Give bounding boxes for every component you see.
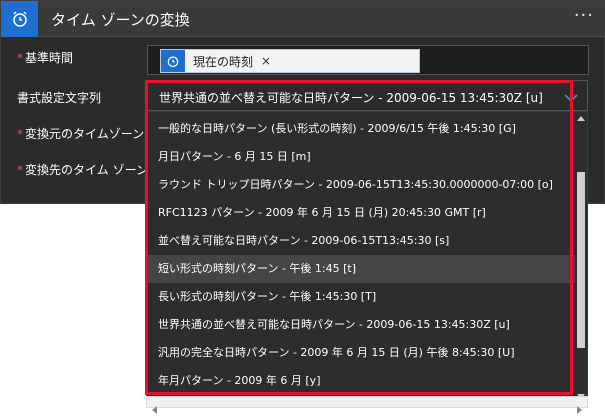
alarm-clock-icon [161,50,185,72]
format-options-list: 一般的な日時パターン (長い形式の時刻) - 2009/6/15 午後 1:45… [146,111,588,403]
format-option[interactable]: ラウンド トリップ日時パターン - 2009-06-15T13:45:30.00… [147,171,575,199]
token-label: 現在の時刻 [193,54,254,69]
vertical-scrollbar[interactable] [575,112,587,403]
format-option[interactable]: 並べ替え可能な日時パターン - 2009-06-15T13:45:30 [s] [147,227,575,255]
format-option[interactable]: 汎用の完全な日時パターン - 2009 年 6 月 15 日 (月) 午後 8:… [147,339,575,367]
scroll-right-arrow-icon[interactable] [577,399,583,418]
format-option-hovered[interactable]: 短い形式の時刻パターン - 午後 1:45 [t] [147,255,575,283]
format-string-label: 書式設定文字列 [17,91,102,105]
destination-timezone-label: * 変換先のタイム ゾーン [17,163,148,177]
alarm-clock-icon [1,1,38,37]
required-marker: * [17,163,23,177]
required-marker: * [17,127,23,141]
format-option[interactable]: 年月パターン - 2009 年 6 月 [y] [147,367,575,395]
base-time-label: * 基準時間 [17,51,74,65]
format-option[interactable]: 長い形式の時刻パターン - 午後 1:45:30 [T] [147,283,575,311]
card-title: タイム ゾーンの変換 [51,11,190,29]
required-marker: * [17,51,23,65]
remove-token-button[interactable]: × [261,54,271,68]
chevron-down-icon[interactable] [563,89,579,108]
scroll-thumb[interactable] [577,172,585,348]
selected-format: 世界共通の並べ替え可能な日時パターン - 2009-06-15 13:45:30… [159,91,543,105]
format-string-dropdown: 世界共通の並べ替え可能な日時パターン - 2009-06-15 13:45:30… [146,80,588,403]
format-string-select[interactable]: 世界共通の並べ替え可能な日時パターン - 2009-06-15 13:45:30… [146,80,588,111]
base-time-input[interactable]: 現在の時刻 × [147,45,589,75]
current-time-token[interactable]: 現在の時刻 × [160,49,420,73]
horizontal-scrollbar[interactable] [146,396,588,414]
card-header: タイム ゾーンの変換 ··· [1,1,605,37]
source-timezone-label: * 変換元のタイムゾーン [17,127,145,141]
format-option[interactable]: 世界共通の並べ替え可能な日時パターン - 2009-06-15 13:45:30… [147,311,575,339]
format-option[interactable]: 一般的な日時パターン (長い形式の時刻) - 2009/6/15 午後 1:45… [147,115,575,143]
more-options-button[interactable]: ··· [574,5,594,26]
scroll-left-arrow-icon[interactable] [151,399,157,418]
format-option[interactable]: RFC1123 パターン - 2009 年 6 月 15 日 (月) 20:45… [147,199,575,227]
scroll-up-arrow-icon[interactable] [575,112,587,124]
format-option[interactable]: 月日パターン - 6 月 15 日 [m] [147,143,575,171]
